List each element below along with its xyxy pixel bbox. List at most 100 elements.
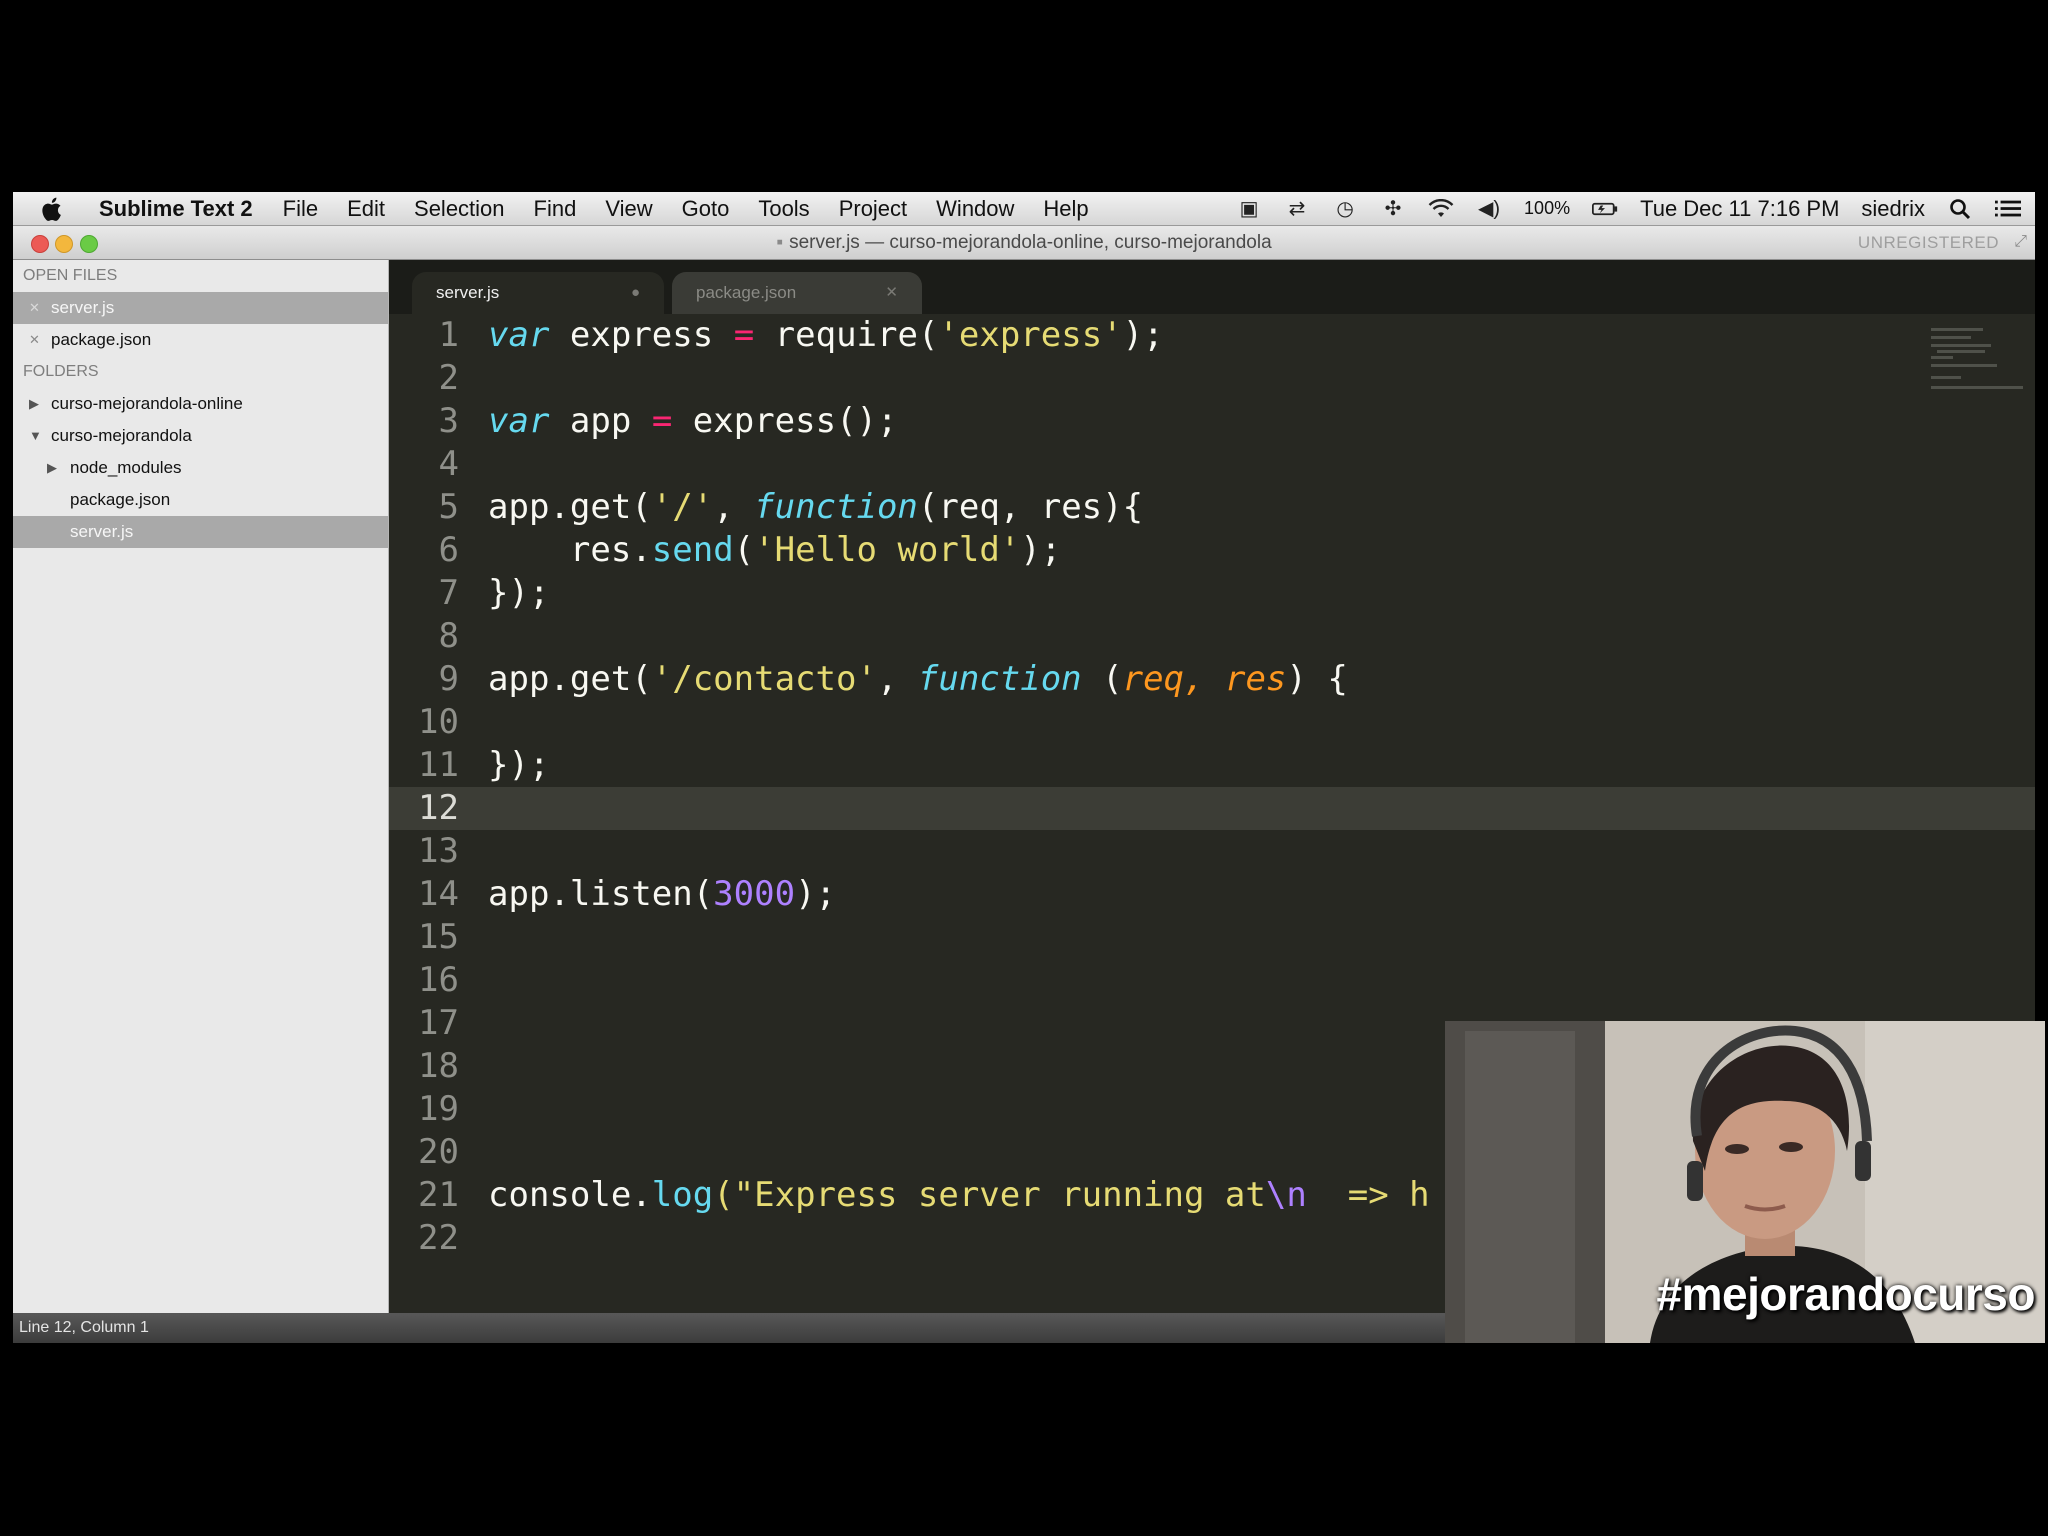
bluetooth-icon[interactable]: ✣: [1380, 197, 1406, 221]
code-line-5: app.get('/', function(req, res){: [488, 487, 1144, 527]
line-number: 17: [418, 1003, 459, 1043]
window-title: ▪ server.js — curso-mejorandola-online, c…: [776, 232, 1272, 253]
line-number: 15: [418, 917, 459, 957]
line-number: 21: [418, 1175, 459, 1215]
code-line-1: var express = require('express');: [488, 315, 1164, 355]
sync-icon[interactable]: ⇄: [1284, 197, 1310, 221]
folder-curso-mejorandola-online[interactable]: ▶ curso-mejorandola-online: [13, 388, 388, 420]
line-number: 13: [418, 831, 459, 871]
code-line-14: app.listen(3000);: [488, 874, 837, 914]
window-title-bar: ▪ server.js — curso-mejorandola-online, c…: [13, 226, 2035, 260]
apple-menu-icon[interactable]: [39, 195, 75, 223]
current-line-number: 12: [418, 788, 459, 828]
line-number: 7: [438, 573, 459, 613]
code-line-7: });: [488, 573, 550, 613]
line-number: 10: [418, 702, 459, 742]
code-line-9: app.get('/contacto', function (req, res)…: [488, 659, 1348, 699]
time-machine-icon[interactable]: ◷: [1332, 197, 1358, 221]
menu-find[interactable]: Find: [534, 196, 577, 222]
line-number: 16: [418, 960, 459, 1000]
line-number: 6: [438, 530, 459, 570]
line-number: 20: [418, 1132, 459, 1172]
hashtag-watermark: #mejorandocurso: [1656, 1268, 2036, 1320]
webcam-overlay: #mejorandocurso: [1445, 1021, 2045, 1343]
tab-bar: server.js ● package.json ✕: [389, 260, 2035, 314]
menu-bar: Sublime Text 2 File Edit Selection Find …: [13, 192, 2035, 226]
close-tab-icon[interactable]: ✕: [885, 272, 898, 314]
menu-extras: ▣ ⇄ ◷ ✣ ◀) 100% Tue Dec 11 7:16 PM siedr…: [1236, 196, 2035, 222]
menu-project[interactable]: Project: [839, 196, 907, 222]
disclosure-collapsed-icon[interactable]: ▶: [29, 388, 39, 420]
line-number: 9: [438, 659, 459, 699]
disclosure-collapsed-icon[interactable]: ▶: [47, 452, 57, 484]
file-server-js[interactable]: server.js: [13, 516, 388, 548]
menu-view[interactable]: View: [605, 196, 652, 222]
fullscreen-icon[interactable]: ⤢: [2014, 233, 2027, 251]
line-number: 8: [438, 616, 459, 656]
line-number: 19: [418, 1089, 459, 1129]
code-line-3: var app = express();: [488, 401, 898, 441]
line-number: 11: [418, 745, 459, 785]
close-file-icon[interactable]: ✕: [29, 324, 40, 356]
line-number: 14: [418, 874, 459, 914]
line-number: 18: [418, 1046, 459, 1086]
line-number: 3: [438, 401, 459, 441]
minimap[interactable]: [1925, 314, 2035, 654]
menu-help[interactable]: Help: [1043, 196, 1088, 222]
code-area[interactable]: var express = require('express'); var ap…: [488, 314, 1430, 1260]
line-number: 2: [438, 358, 459, 398]
open-file-package-json[interactable]: ✕ package.json: [13, 324, 388, 356]
battery-icon[interactable]: [1592, 197, 1618, 221]
line-number-gutter: 1 2 3 4 5 6 7 8 9 10 11 12 13 14 15 16 1…: [389, 314, 469, 1260]
folder-curso-mejorandola[interactable]: ▼ curso-mejorandola: [13, 420, 388, 452]
folder-node-modules[interactable]: ▶ node_modules: [13, 452, 388, 484]
menu-file[interactable]: File: [283, 196, 318, 222]
spotlight-search-icon[interactable]: [1947, 197, 1973, 221]
code-line-6: res.send('Hello world');: [569, 530, 1062, 570]
document-icon: ▪: [776, 232, 784, 253]
volume-icon[interactable]: ◀): [1476, 197, 1502, 221]
tab-server-js[interactable]: server.js ●: [412, 272, 664, 314]
unregistered-label: UNREGISTERED: [1857, 233, 1999, 252]
line-number: 5: [438, 487, 459, 527]
menu-tools[interactable]: Tools: [758, 196, 809, 222]
open-files-heading: OPEN FILES: [23, 267, 118, 284]
folders-heading: FOLDERS: [23, 363, 99, 380]
notification-center-icon[interactable]: [1995, 197, 2021, 221]
line-number: 4: [438, 444, 459, 484]
menu-edit[interactable]: Edit: [347, 196, 385, 222]
file-package-json[interactable]: package.json: [13, 484, 388, 516]
line-number: 1: [438, 315, 459, 355]
wifi-icon[interactable]: [1428, 197, 1454, 221]
code-line-21: console.log("Express server running at\n…: [488, 1175, 1430, 1215]
finder-icon[interactable]: ▣: [1236, 197, 1262, 221]
tab-package-json[interactable]: package.json ✕: [672, 272, 922, 314]
menu-selection[interactable]: Selection: [414, 196, 505, 222]
modified-dot-icon[interactable]: ●: [631, 272, 640, 314]
cursor-position: Line 12, Column 1: [19, 1319, 149, 1336]
line-number: 22: [418, 1218, 459, 1258]
app-name-menu[interactable]: Sublime Text 2: [99, 196, 253, 222]
disclosure-expanded-icon[interactable]: ▼: [29, 420, 42, 452]
close-file-icon[interactable]: ✕: [29, 292, 40, 324]
battery-percent: 100%: [1524, 198, 1571, 218]
open-file-server-js[interactable]: ✕ server.js: [13, 292, 388, 324]
clock[interactable]: Tue Dec 11 7:16 PM: [1640, 196, 1839, 222]
user-menu[interactable]: siedrix: [1861, 196, 1925, 222]
menu-window[interactable]: Window: [936, 196, 1014, 222]
menu-goto[interactable]: Goto: [682, 196, 730, 222]
code-line-11: });: [488, 745, 550, 785]
